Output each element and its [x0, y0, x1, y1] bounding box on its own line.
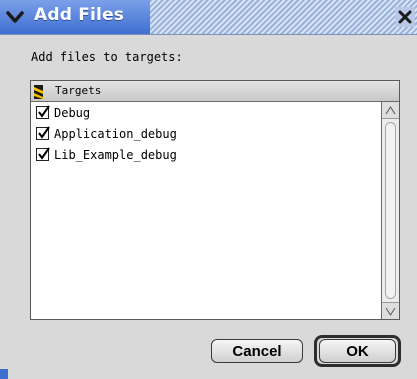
chevron-down-icon[interactable]	[4, 6, 26, 28]
target-label: Debug	[54, 105, 91, 120]
target-checkbox[interactable]	[36, 126, 50, 140]
prompt-label: Add files to targets:	[31, 50, 183, 64]
close-icon[interactable]	[395, 7, 415, 27]
list-item[interactable]: Application_debug	[31, 123, 381, 144]
vertical-scrollbar[interactable]	[381, 102, 399, 319]
title-bar[interactable]: Add Files	[0, 0, 417, 35]
scroll-down-arrow-icon[interactable]	[382, 302, 399, 319]
target-stripe-icon	[34, 84, 43, 99]
targets-list: Targets Debug Application_debug Lib_Exam…	[30, 80, 400, 320]
add-files-dialog: Add Files Add files to targets: Targets	[0, 0, 417, 379]
targets-column-header: Targets	[55, 84, 102, 97]
scroll-up-arrow-icon[interactable]	[382, 102, 399, 119]
window-title: Add Files	[34, 5, 125, 25]
target-label: Lib_Example_debug	[54, 147, 177, 162]
list-item[interactable]: Lib_Example_debug	[31, 144, 381, 165]
cancel-button[interactable]: Cancel	[211, 339, 303, 363]
target-label: Application_debug	[54, 126, 177, 141]
target-rows: Debug Application_debug Lib_Example_debu…	[31, 102, 381, 319]
ok-button[interactable]: OK	[319, 339, 396, 363]
scroll-track[interactable]	[385, 122, 396, 299]
target-checkbox[interactable]	[36, 105, 50, 119]
target-checkbox[interactable]	[36, 147, 50, 161]
list-header[interactable]: Targets	[31, 81, 399, 102]
list-item[interactable]: Debug	[31, 102, 381, 123]
window-edge	[0, 369, 8, 379]
